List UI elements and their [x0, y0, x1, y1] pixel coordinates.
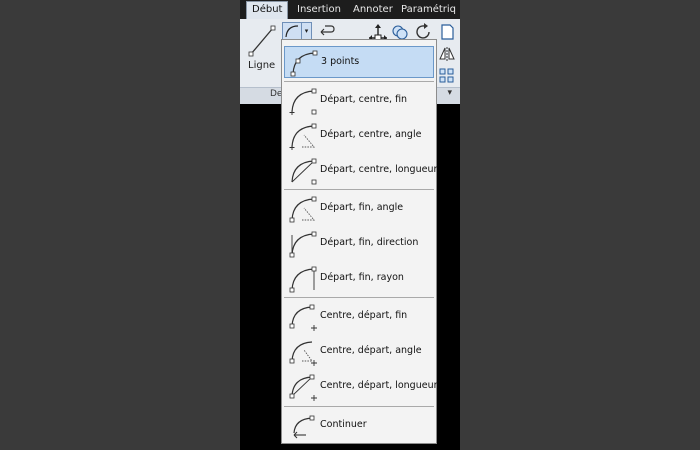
menu-item-continuer[interactable]: Continuer — [284, 410, 434, 442]
menu-item-label: Départ, centre, angle — [320, 129, 422, 140]
menu-item-centre-depart-longueur[interactable]: Centre, départ, longueur — [284, 371, 438, 403]
arc-start-center-end-icon — [289, 88, 317, 115]
menu-item-label: Centre, départ, angle — [320, 345, 422, 356]
menu-item-label: Départ, centre, fin — [320, 94, 408, 105]
line-tool-button[interactable]: Ligne — [244, 22, 280, 77]
menu-separator — [284, 406, 434, 407]
arc-continue-icon — [293, 415, 315, 439]
arc-center-start-end-icon — [289, 304, 317, 331]
panel-expand-icon[interactable]: ▾ — [447, 88, 452, 98]
ribbon-tab-bar: Début Insertion Annoter Paramétriq — [240, 0, 460, 19]
menu-item-depart-centre-angle[interactable]: Départ, centre, angle — [284, 120, 434, 152]
tab-parametrique[interactable]: Paramétriq — [396, 2, 461, 17]
arc-button[interactable] — [282, 22, 302, 40]
menu-item-label: 3 points — [321, 56, 360, 67]
arc-3points-icon — [290, 50, 318, 77]
menu-item-depart-fin-direction[interactable]: Départ, fin, direction — [284, 228, 434, 260]
menu-item-centre-depart-fin[interactable]: Centre, départ, fin — [284, 301, 434, 333]
tab-debut[interactable]: Début — [246, 1, 289, 19]
menu-item-depart-fin-angle[interactable]: Départ, fin, angle — [284, 193, 434, 225]
arc-icon — [285, 25, 299, 38]
mirror-icon[interactable] — [438, 45, 458, 63]
arc-start-end-direction-icon — [289, 231, 317, 258]
tab-insertion[interactable]: Insertion — [292, 2, 346, 17]
line-icon — [248, 25, 276, 57]
menu-item-depart-centre-longueur[interactable]: Départ, centre, longueur — [284, 155, 438, 187]
arc-start-center-length-icon — [291, 158, 317, 185]
trim-icon[interactable] — [438, 23, 458, 41]
menu-item-label: Départ, fin, angle — [320, 202, 404, 213]
arc-center-start-length-icon — [289, 374, 317, 401]
menu-item-label: Départ, fin, rayon — [320, 272, 404, 283]
arc-dropdown-menu: 3 points Départ, centre, fin Départ, cen… — [281, 39, 438, 444]
tab-annoter[interactable]: Annoter — [348, 2, 398, 17]
menu-separator — [284, 297, 434, 298]
arc-dropdown-button[interactable]: ▾ — [302, 22, 312, 40]
arc-start-center-angle-icon — [289, 123, 317, 150]
menu-item-label: Centre, départ, fin — [320, 310, 408, 321]
menu-item-3-points[interactable]: 3 points — [284, 46, 434, 78]
menu-item-centre-depart-angle[interactable]: Centre, départ, angle — [284, 336, 434, 368]
menu-separator — [284, 81, 434, 82]
arc-start-end-angle-icon — [289, 196, 317, 223]
menu-item-label: Centre, départ, longueur — [320, 380, 438, 391]
arc-center-start-angle-icon — [289, 341, 317, 366]
menu-item-depart-fin-rayon[interactable]: Départ, fin, rayon — [284, 263, 434, 295]
menu-item-label: Départ, centre, longueur — [320, 164, 438, 175]
array-icon[interactable] — [438, 67, 458, 85]
menu-separator — [284, 189, 434, 190]
line-tool-label: Ligne — [248, 60, 276, 71]
arc-start-end-radius-icon — [289, 266, 317, 293]
menu-item-label: Départ, fin, direction — [320, 237, 419, 248]
menu-item-label: Continuer — [320, 419, 367, 430]
menu-item-depart-centre-fin[interactable]: Départ, centre, fin — [284, 85, 434, 117]
